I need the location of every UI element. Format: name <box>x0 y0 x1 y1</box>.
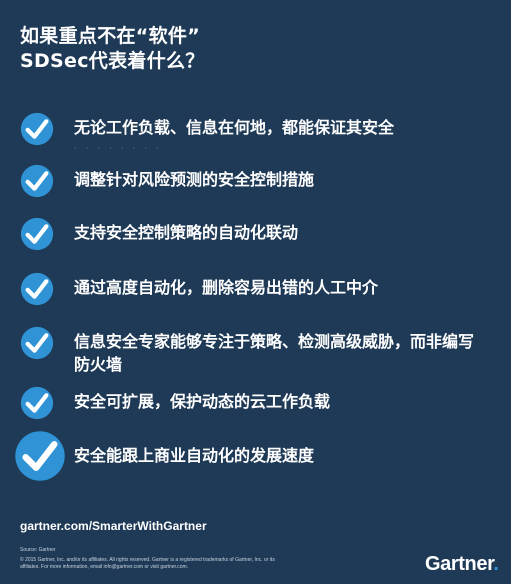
check-circle-icon <box>20 386 54 420</box>
list-item-label: 信息安全专家能够专注于策略、检测高级威胁，而非编写防火墙 <box>74 332 475 374</box>
list-item-label: 安全能跟上商业自动化的发展速度 <box>74 446 315 465</box>
list-item-label: 调整针对风险预测的安全控制措施 <box>74 170 315 189</box>
copyright-note: © 2015 Gartner, Inc. and/or its affiliat… <box>20 557 275 570</box>
check-circle-icon <box>20 326 54 360</box>
list-item-label: 无论工作负载、信息在何地，都能保证其安全 <box>74 118 395 137</box>
source-note: Source: Gartner <box>20 547 56 553</box>
decorative-dots: · · · · · · · · <box>74 144 162 154</box>
check-circle-icon <box>20 217 54 251</box>
check-circle-icon <box>20 164 54 198</box>
benefit-list: 无论工作负载、信息在何地，都能保证其安全 · · · · · · · · 调整针… <box>0 0 511 481</box>
footer-url: gartner.com/SmarterWithGartner <box>20 519 207 533</box>
list-item-label: 通过高度自动化，删除容易出错的人工中介 <box>74 278 379 297</box>
check-circle-icon <box>20 112 54 146</box>
list-item-label: 安全可扩展，保护动态的云工作负载 <box>74 392 331 411</box>
check-circle-icon <box>15 431 65 481</box>
infographic-panel: 如果重点不在“软件” SDSec代表着什么？ 无论工作负载、信息在何地，都能保证… <box>0 0 511 584</box>
check-circle-icon <box>20 272 54 306</box>
logo-text: Gartner <box>425 553 494 575</box>
list-item-label: 支持安全控制策略的自动化联动 <box>74 223 299 242</box>
logo-dot: . <box>493 553 499 575</box>
gartner-logo: Gartner. <box>425 553 499 575</box>
